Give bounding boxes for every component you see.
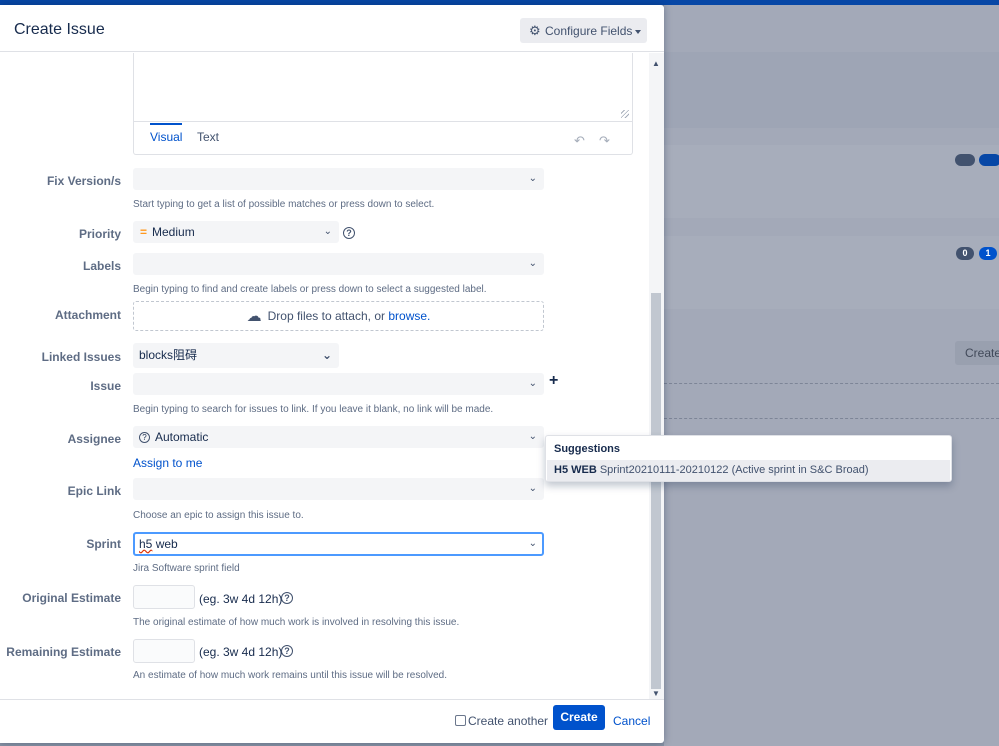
- priority-select[interactable]: = Medium ⌄: [133, 221, 339, 243]
- issue-select[interactable]: ⌄: [133, 373, 544, 395]
- sprint-value-prefix: h5: [139, 537, 153, 551]
- create-another-checkbox[interactable]: [455, 715, 466, 726]
- chevron-down-icon: ⌄: [528, 483, 537, 494]
- sprint-value-rest: web: [152, 537, 178, 551]
- priority-value: Medium: [152, 225, 195, 239]
- original-estimate-example: (eg. 3w 4d 12h): [199, 592, 283, 606]
- background-create-button: Create: [955, 341, 999, 365]
- scroll-up-icon[interactable]: ▲: [652, 59, 660, 68]
- original-estimate-label: Original Estimate: [22, 591, 121, 605]
- chevron-down-icon: ⌄: [528, 538, 537, 549]
- remaining-estimate-hint: An estimate of how much work remains unt…: [133, 670, 448, 681]
- fix-version-hint: Start typing to get a list of possible m…: [133, 199, 435, 210]
- fix-version-select[interactable]: ⌄: [133, 168, 544, 190]
- configure-fields-button[interactable]: ⚙ Configure Fields: [520, 18, 647, 43]
- attachment-dropzone[interactable]: ☁ Drop files to attach, or browse.: [133, 301, 544, 331]
- original-estimate-input[interactable]: [133, 585, 195, 609]
- epic-link-hint: Choose an epic to assign this issue to.: [133, 510, 304, 521]
- sprint-suggestions-dropdown: Suggestions H5 WEB Sprint20210111-202101…: [545, 435, 952, 482]
- suggestion-state: (Active sprint in S&C Broad): [731, 464, 869, 476]
- create-issue-dialog: Create Issue ⚙ Configure Fields Visual Te…: [0, 5, 664, 743]
- labels-hint: Begin typing to find and create labels o…: [133, 284, 487, 295]
- suggestions-heading: Suggestions: [554, 443, 621, 455]
- help-icon[interactable]: ?: [343, 227, 355, 239]
- sprint-input[interactable]: h5 web ⌄: [133, 532, 544, 556]
- background-pill: [979, 154, 999, 166]
- background-card: [664, 145, 999, 218]
- chevron-down-icon: ⌄: [323, 226, 332, 237]
- chevron-down-icon: ⌄: [528, 431, 537, 442]
- issue-label: Issue: [90, 379, 121, 393]
- suggestion-name: Sprint20210111-20210122: [599, 464, 729, 476]
- tab-visual[interactable]: Visual: [150, 123, 183, 144]
- background-card: [664, 236, 999, 309]
- attachment-drop-text: Drop files to attach, or: [267, 309, 385, 323]
- assign-to-me-link[interactable]: Assign to me: [133, 456, 202, 470]
- sprint-label: Sprint: [86, 537, 121, 551]
- labels-label: Labels: [82, 259, 121, 273]
- fix-version-label: Fix Version/s: [46, 174, 121, 188]
- chevron-down-icon: ⌄: [321, 348, 332, 362]
- redo-icon[interactable]: ↷: [599, 133, 610, 149]
- chevron-down-icon: ⌄: [528, 378, 537, 389]
- original-estimate-hint: The original estimate of how much work i…: [133, 617, 460, 628]
- dialog-title: Create Issue: [14, 21, 105, 38]
- background-divider: [664, 383, 999, 384]
- remaining-estimate-example: (eg. 3w 4d 12h): [199, 645, 283, 659]
- remaining-estimate-label: Remaining Estimate: [6, 645, 121, 659]
- add-link-icon[interactable]: +: [549, 372, 558, 390]
- description-textarea[interactable]: [134, 53, 632, 122]
- description-editor[interactable]: Visual Text ↶ ↷: [133, 53, 633, 155]
- cancel-link[interactable]: Cancel: [613, 714, 650, 728]
- scrollbar-thumb[interactable]: [651, 293, 661, 689]
- tab-text[interactable]: Text: [197, 130, 219, 144]
- dialog-footer: Create another Create Cancel: [0, 699, 664, 743]
- background-divider: [664, 418, 999, 419]
- cloud-upload-icon: ☁: [246, 307, 262, 325]
- assignee-label: Assignee: [67, 432, 121, 446]
- chevron-down-icon: ⌄: [528, 173, 537, 184]
- priority-medium-icon: =: [140, 225, 148, 239]
- chevron-down-icon: [635, 29, 642, 34]
- gear-icon: ⚙: [529, 23, 541, 38]
- dialog-header: Create Issue ⚙ Configure Fields: [0, 5, 664, 52]
- background-badge: 1: [979, 247, 997, 260]
- background-badge: 0: [956, 247, 974, 260]
- priority-label: Priority: [78, 227, 121, 241]
- issue-hint: Begin typing to search for issues to lin…: [133, 404, 494, 415]
- background-band: [664, 52, 999, 128]
- background-column: [664, 330, 999, 696]
- epic-link-select[interactable]: ⌄: [133, 478, 544, 500]
- help-icon[interactable]: ?: [281, 645, 293, 657]
- linked-issues-value: blocks阻碍: [139, 348, 198, 362]
- undo-icon[interactable]: ↶: [574, 133, 585, 149]
- sprint-hint: Jira Software sprint field: [133, 563, 240, 574]
- automatic-avatar-icon: ?: [139, 432, 150, 444]
- create-another-label[interactable]: Create another: [468, 714, 548, 728]
- linked-issues-select[interactable]: blocks阻碍 ⌄: [133, 343, 339, 368]
- suggestion-key: H5 WEB: [554, 464, 597, 476]
- resize-handle-icon[interactable]: [621, 110, 629, 118]
- chevron-down-icon: ⌄: [528, 258, 537, 269]
- assignee-value: Automatic: [155, 430, 209, 444]
- help-icon[interactable]: ?: [281, 592, 293, 604]
- suggestion-item[interactable]: H5 WEB Sprint20210111-20210122 (Active s…: [547, 460, 950, 481]
- epic-link-label: Epic Link: [67, 484, 121, 498]
- browse-link[interactable]: browse.: [388, 309, 430, 323]
- attachment-label: Attachment: [54, 308, 121, 322]
- labels-select[interactable]: ⌄: [133, 253, 544, 275]
- background-pill: [955, 154, 975, 166]
- remaining-estimate-input[interactable]: [133, 639, 195, 663]
- dialog-body[interactable]: Visual Text ↶ ↷ Fix Version/s ⌄ Start ty…: [0, 53, 664, 699]
- scroll-down-icon[interactable]: ▼: [652, 689, 660, 698]
- create-button[interactable]: Create: [553, 705, 605, 730]
- configure-fields-label: Configure Fields: [545, 24, 633, 38]
- assignee-select[interactable]: ? Automatic ⌄: [133, 426, 544, 448]
- linked-issues-label: Linked Issues: [41, 350, 121, 364]
